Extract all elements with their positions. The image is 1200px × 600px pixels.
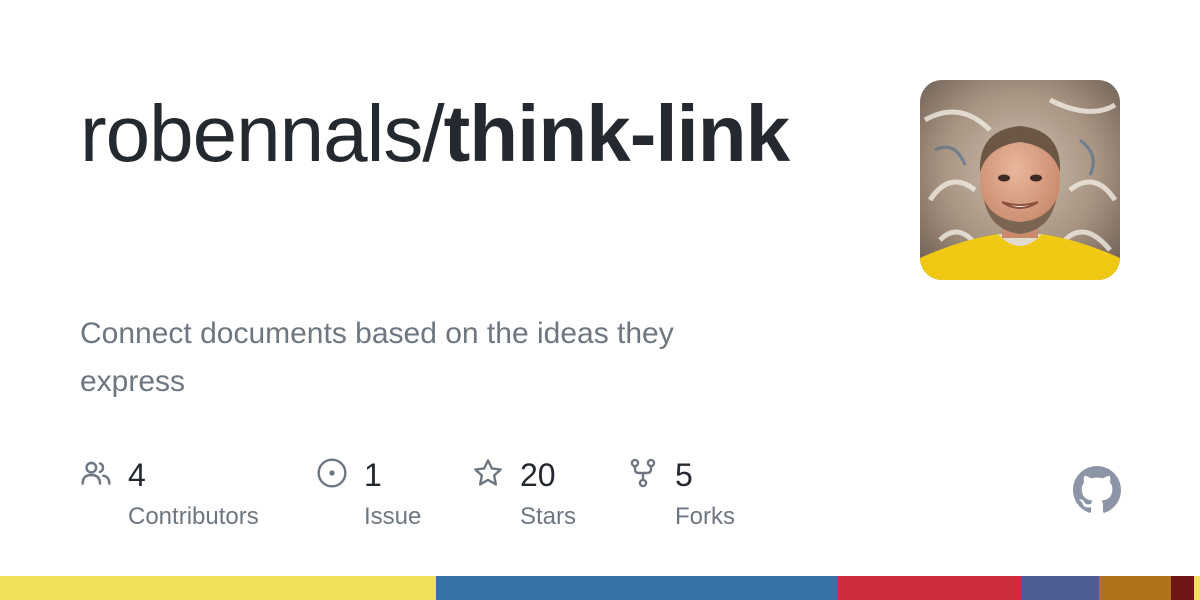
issues-label: Issue [364,503,422,530]
people-icon [81,461,111,485]
github-logo-icon[interactable] [1073,466,1121,514]
issues-count: 1 [364,457,382,493]
forks-label: Forks [675,503,735,530]
language-segment [1099,576,1172,600]
avatar-image [920,80,1120,280]
contributors-label: Contributors [128,503,259,530]
language-segment [1193,576,1200,600]
language-segment [1171,576,1194,600]
star-icon [474,459,502,486]
language-segment [0,576,436,600]
owner-avatar [920,80,1120,280]
repo-title: robennals/think-link [80,88,840,180]
fork-icon [630,458,656,488]
language-bar [0,576,1200,600]
repo-name: think-link [443,89,791,178]
issue-icon [317,458,347,488]
repo-owner: robennals/ [80,89,445,178]
stars-count: 20 [520,457,556,493]
forks-count: 5 [675,457,693,493]
stars-label: Stars [520,503,577,530]
language-segment [435,576,838,600]
repo-description: Connect documents based on the ideas the… [80,317,674,398]
contributors-count: 4 [128,457,146,493]
language-segment [837,576,1022,600]
language-segment [1021,576,1100,600]
